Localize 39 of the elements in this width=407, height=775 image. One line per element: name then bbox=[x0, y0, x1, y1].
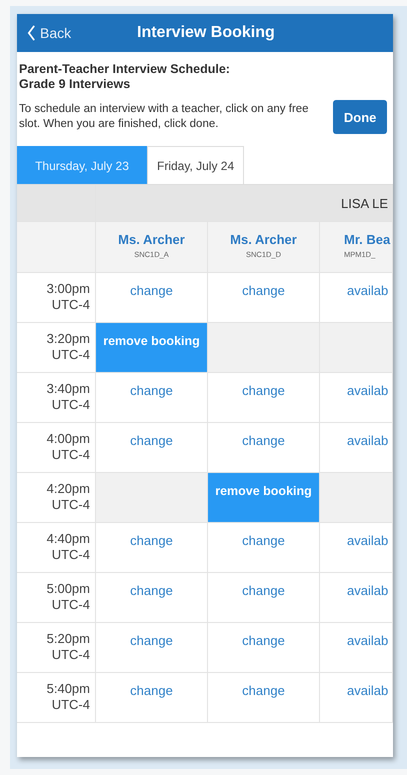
back-button[interactable]: Back bbox=[17, 25, 72, 41]
slot-link[interactable]: change bbox=[242, 383, 285, 398]
screen-title: Interview Booking bbox=[137, 24, 275, 42]
slot-link[interactable]: change bbox=[130, 583, 173, 598]
schedule-heading: Parent-Teacher Interview Schedule: Grade 9 Interviews bbox=[18, 61, 231, 92]
slot-link[interactable]: availab bbox=[347, 633, 388, 648]
slot-link[interactable]: change bbox=[242, 683, 285, 698]
slot-link[interactable]: change bbox=[130, 533, 173, 548]
slot-link[interactable]: availab bbox=[347, 533, 388, 548]
remove-booking-button[interactable]: remove booking bbox=[208, 473, 320, 523]
instructions-text: To schedule an interview with a teacher, click on any free slot. When you are finished, click done. bbox=[19, 102, 310, 132]
slot-link[interactable]: availab bbox=[347, 283, 388, 298]
slot-link[interactable]: availab bbox=[347, 583, 388, 598]
chevron-left-icon bbox=[27, 25, 36, 41]
student-name-header: LISA LE bbox=[96, 185, 393, 222]
done-button[interactable]: Done bbox=[333, 100, 387, 134]
slot-link[interactable]: change bbox=[130, 683, 173, 698]
day-tab[interactable]: Friday, July 24 bbox=[147, 146, 244, 184]
time-cell: 5:20pm UTC-4 bbox=[17, 623, 96, 673]
slot-link[interactable]: availab bbox=[347, 383, 388, 398]
slot-link[interactable]: change bbox=[242, 283, 285, 298]
time-cell: 4:40pm UTC-4 bbox=[17, 523, 96, 573]
slot-link[interactable]: change bbox=[130, 633, 173, 648]
slot-link[interactable]: change bbox=[242, 533, 285, 548]
time-cell: 4:00pm UTC-4 bbox=[17, 423, 96, 473]
time-cell: 5:40pm UTC-4 bbox=[17, 673, 96, 723]
slot-link[interactable]: change bbox=[242, 633, 285, 648]
slot-link[interactable]: availab bbox=[347, 683, 388, 698]
time-cell: 5:00pm UTC-4 bbox=[17, 573, 96, 623]
slot-link[interactable]: change bbox=[130, 283, 173, 298]
time-cell: 3:40pm UTC-4 bbox=[17, 373, 96, 423]
slot-link[interactable]: change bbox=[242, 583, 285, 598]
slot-link[interactable]: availab bbox=[347, 433, 388, 448]
day-tab[interactable]: Thursday, July 23 bbox=[17, 146, 147, 184]
remove-booking-button[interactable]: remove booking bbox=[96, 323, 208, 373]
slot-link[interactable]: change bbox=[130, 383, 173, 398]
slot-link[interactable]: change bbox=[130, 433, 173, 448]
time-cell: 3:00pm UTC-4 bbox=[17, 273, 96, 323]
slot-link[interactable]: change bbox=[242, 433, 285, 448]
